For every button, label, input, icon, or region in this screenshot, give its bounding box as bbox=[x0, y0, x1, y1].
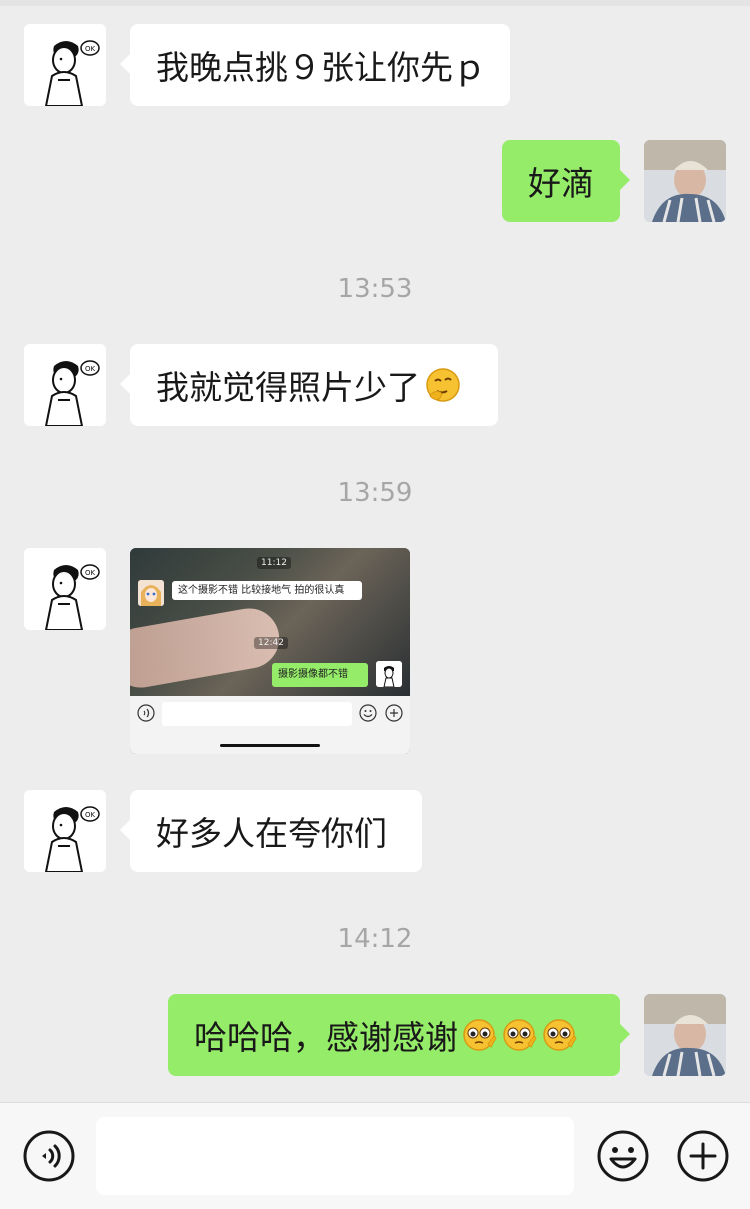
embedded-incoming-bubble: 这个摄影不错 比较接地气 拍的很认真 bbox=[172, 581, 362, 600]
embedded-timestamp: 11:12 bbox=[257, 557, 291, 569]
voice-button[interactable] bbox=[22, 1129, 76, 1183]
embedded-avatar bbox=[138, 580, 164, 606]
message-bubble-incoming[interactable]: 我就觉得照片少了 bbox=[120, 344, 498, 426]
top-divider bbox=[0, 0, 750, 6]
photo-avatar-icon bbox=[644, 994, 726, 1076]
cartoon-avatar-icon: OK bbox=[24, 548, 106, 630]
contact-avatar[interactable]: OK bbox=[24, 790, 106, 872]
my-avatar[interactable] bbox=[644, 994, 726, 1076]
voice-icon bbox=[137, 704, 155, 722]
embedded-avatar bbox=[376, 661, 402, 687]
cartoon-avatar-icon: OK bbox=[24, 24, 106, 106]
home-indicator bbox=[220, 744, 320, 747]
emoji-icon bbox=[359, 704, 377, 722]
photo-avatar-icon bbox=[644, 140, 726, 222]
timestamp: 14:12 bbox=[337, 924, 413, 954]
message-input[interactable] bbox=[96, 1117, 574, 1195]
more-button[interactable] bbox=[676, 1129, 730, 1183]
timestamp: 13:59 bbox=[337, 478, 413, 508]
embedded-text-field bbox=[162, 702, 352, 726]
embedded-timestamp: 12:42 bbox=[254, 637, 288, 649]
message-bubble-outgoing[interactable]: 哈哈哈，感谢感谢 bbox=[168, 994, 630, 1076]
my-avatar[interactable] bbox=[644, 140, 726, 222]
message-text: 好多人在夸你们 bbox=[156, 814, 387, 853]
message-text: 我就觉得照片少了 bbox=[156, 368, 420, 407]
emoji-button[interactable] bbox=[596, 1129, 650, 1183]
plus-icon bbox=[677, 1130, 729, 1182]
message-text: 哈哈哈，感谢感谢 bbox=[194, 1018, 458, 1057]
svg-text:OK: OK bbox=[85, 569, 96, 577]
anime-avatar-icon bbox=[138, 580, 164, 606]
emoji-icon bbox=[597, 1130, 649, 1182]
chat-input-bar bbox=[0, 1102, 750, 1209]
message-bubble-incoming[interactable]: 我晚点挑９张让你先ｐ bbox=[120, 24, 510, 106]
svg-text:OK: OK bbox=[85, 811, 96, 819]
cartoon-avatar-icon: OK bbox=[24, 344, 106, 426]
cartoon-avatar-icon bbox=[376, 661, 402, 687]
cartoon-avatar-icon: OK bbox=[24, 790, 106, 872]
embedded-input-bar bbox=[130, 696, 410, 754]
contact-avatar[interactable]: OK bbox=[24, 548, 106, 630]
message-text: 我晚点挑９张让你先ｐ bbox=[156, 48, 486, 87]
embedded-outgoing-bubble: 摄影摄像都不错 bbox=[272, 663, 368, 687]
message-bubble-incoming[interactable]: 好多人在夸你们 bbox=[120, 790, 422, 872]
image-message[interactable]: 11:12 这个摄影不错 比较接地气 拍的很认真 12:42 摄影摄像都不错 bbox=[130, 548, 410, 754]
contact-avatar[interactable]: OK bbox=[24, 344, 106, 426]
pleading-face-emoji-icon bbox=[500, 1016, 538, 1054]
message-text: 好滴 bbox=[528, 164, 594, 203]
svg-text:OK: OK bbox=[85, 45, 96, 53]
svg-text:OK: OK bbox=[85, 365, 96, 373]
plus-icon bbox=[385, 704, 403, 722]
pleading-face-emoji-icon bbox=[460, 1016, 498, 1054]
timestamp: 13:53 bbox=[337, 274, 413, 304]
thinking-face-emoji-icon bbox=[424, 366, 462, 404]
voice-icon bbox=[23, 1130, 75, 1182]
message-bubble-outgoing[interactable]: 好滴 bbox=[502, 140, 630, 222]
pleading-face-emoji-icon bbox=[540, 1016, 578, 1054]
contact-avatar[interactable]: OK bbox=[24, 24, 106, 106]
